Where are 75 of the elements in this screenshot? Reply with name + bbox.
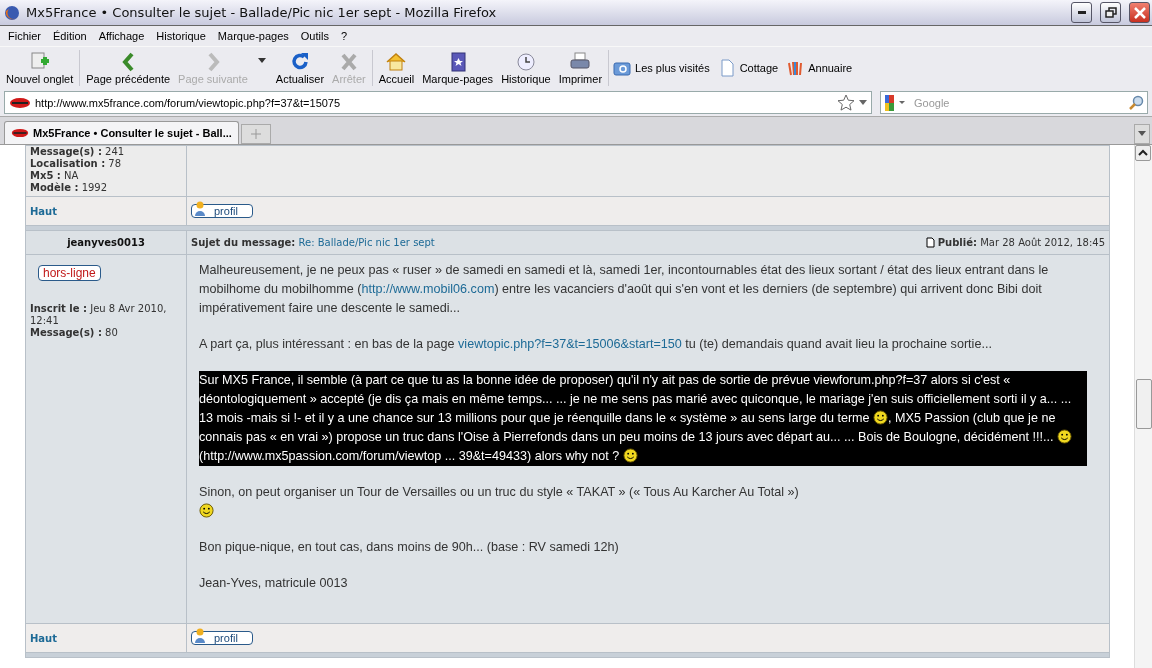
toolbar-button[interactable]: Imprimer: [554, 51, 607, 85]
menu-item[interactable]: Affichage: [92, 30, 151, 42]
folder-icon: [613, 59, 632, 77]
site-logo-icon: [9, 95, 31, 110]
search-icon[interactable]: [1128, 94, 1144, 111]
minimize-button[interactable]: [1071, 2, 1092, 23]
post-subject: Sujet du message: Re: Ballade/Pic nic 1er sept: [191, 237, 436, 248]
toolbar-button[interactable]: Marque-pages: [418, 51, 498, 85]
site-logo-icon: [11, 127, 29, 139]
tab-list-button[interactable]: [1134, 124, 1150, 144]
caret-icon: [1138, 131, 1146, 137]
smiley-icon: [622, 448, 638, 463]
star-icon[interactable]: [837, 93, 855, 112]
toolbar-button[interactable]: Actualiser: [271, 51, 329, 85]
profile-info: Localisation : 78: [30, 158, 123, 170]
profile-button[interactable]: profil: [191, 203, 253, 218]
restore-icon: [1104, 6, 1117, 19]
toolbar-button[interactable]: Historique: [497, 51, 555, 85]
post-paragraph: Bon pique-nique, en tout cas, dans moins de 90h... (base : RV samedi 12h): [199, 539, 620, 556]
top-link[interactable]: Haut: [30, 205, 58, 217]
smiley-icon: [199, 503, 214, 518]
search-engine-icon[interactable]: [884, 93, 908, 112]
bars-icon: [786, 59, 805, 77]
house-icon: [385, 51, 408, 73]
post-paragraph: Sur MX5 France, il semble (à part ce que tu as la bonne idée de proposer) qu'il n'y ait pas de sortie de prévue viewforum.php?f=37 alors si c'est « déontologiquement » accepté (je dis ça mais en même temps... ... je ne me sens pas marié avec quiconque, le mariage j'en suis officiellement sorti il y a... ... 13 mois -mais si !- et il y a une chance sur 13 millions pour que je réenquille dans le « système » au sens large du terme , MX5 Passion (club que je ne connais pas « en vrai ») propose un truc dans l'Oise à Pierrefonds dans un peu moins de 13 jours avec départ au... ... Bois de Boulogne, décidément !!!... (http://www.mx5passion.com/forum/viewtop ... 39&t=49433) alors why not ?: [199, 371, 1087, 466]
close-icon: [1133, 6, 1146, 19]
scrollbar[interactable]: [1134, 145, 1152, 668]
menu-item[interactable]: Historique: [150, 30, 212, 42]
person-icon: [194, 200, 206, 217]
bookmark-link[interactable]: Les plus visités: [609, 59, 714, 77]
toolbar-button[interactable]: Page précédente: [82, 51, 175, 85]
smiley-icon: [1056, 429, 1072, 444]
close-button[interactable]: [1129, 2, 1150, 23]
link[interactable]: http://www.mobil06.com: [361, 282, 495, 296]
post-paragraph: A part ça, plus intéressant : en bas de la page viewtopic.php?f=37&t=15006&start=150 tu (te) demandais quand avait lieu la prochaine sortie...: [199, 336, 993, 353]
minimize-icon: [1077, 11, 1086, 14]
profile-info: Message(s) : 241: [30, 146, 126, 158]
scroll-up-button[interactable]: [1135, 145, 1151, 161]
post-paragraph: Malheureusement, je ne peux pas « ruser » de samedi en samedi et là, samedi 1er, incontournables état des lieux sortant / état des lieux entrant dans le mobilhome du mobilhomme (http://www.mobil06.com) entre les vacanciers d'août qui s'en vont et les derniers (de septembre) qui arrivent donc Bibi doit impérativement faire une descente le samedi...: [199, 262, 1050, 317]
person-icon: [194, 627, 206, 644]
scrollbar-thumb[interactable]: [1136, 379, 1152, 429]
dropdown-caret-icon[interactable]: [859, 99, 867, 106]
status-badge: hors-ligne: [38, 265, 101, 281]
author-name: jeanyves0013: [67, 237, 145, 248]
top-link[interactable]: Haut: [30, 632, 58, 644]
profile-info: Inscrit le : Jeu 8 Avr 2010, 12:41: [30, 303, 168, 327]
search-input[interactable]: Google: [912, 95, 1124, 110]
menu-item[interactable]: Édition: [47, 30, 93, 42]
window-title: Mx5France • Consulter le sujet - Ballade/Pic nic 1er sept - Mozilla Firefox: [26, 5, 498, 20]
smiley-icon: [873, 410, 889, 425]
profile-info: Modèle : 1992: [30, 182, 109, 194]
profile-info: Mx5 : NA: [30, 170, 80, 182]
post-date: Publié: Mar 28 Août 2012, 18:45: [937, 237, 1105, 248]
post-paragraph: Sinon, on peut organiser un Tour de Versailles ou un truc du style « TAKAT » (« Tous Au Karcher Au Total »): [199, 483, 1097, 521]
bookmark-link[interactable]: Cottage: [713, 59, 783, 77]
profile-button[interactable]: profil: [191, 630, 253, 645]
menu-item[interactable]: Marque-pages: [211, 30, 295, 42]
link[interactable]: viewtopic.php?f=37&t=15006&start=150: [458, 337, 682, 351]
toolbar-button[interactable]: Accueil: [374, 51, 419, 85]
address-field[interactable]: http://www.mx5france.com/forum/viewtopic.php?f=37&t=15075: [4, 91, 872, 114]
menu-item[interactable]: Fichier: [2, 30, 47, 42]
clock-icon: [514, 51, 537, 73]
menu-item[interactable]: Outils: [294, 30, 335, 42]
bookmark-link[interactable]: Annuaire: [782, 59, 857, 77]
profile-info: Message(s) : 80: [30, 327, 119, 339]
document-icon: [925, 237, 935, 248]
dropdown-caret-icon[interactable]: [257, 58, 266, 64]
menu-item[interactable]: ?: [334, 30, 354, 42]
post-paragraph: Jean-Yves, matricule 0013: [199, 575, 349, 592]
toolbar-button[interactable]: Nouvel onglet: [2, 51, 78, 85]
restore-button[interactable]: [1100, 2, 1121, 23]
search-box[interactable]: Google: [880, 91, 1148, 114]
globe-fox-icon: [4, 4, 20, 21]
browser-tab[interactable]: Mx5France • Consulter le sujet - Ball...: [4, 121, 239, 144]
plus-icon: [250, 129, 261, 139]
